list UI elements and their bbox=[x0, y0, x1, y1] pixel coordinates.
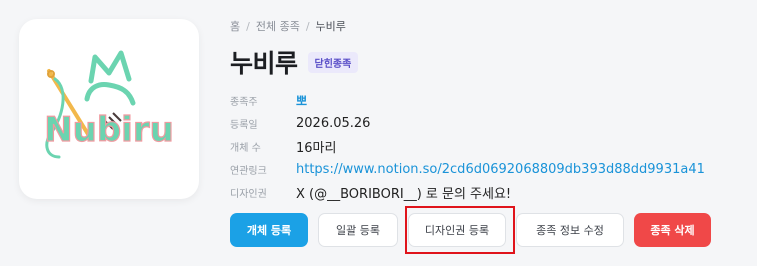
logo-text: Nubiru bbox=[44, 110, 174, 150]
edit-species-button[interactable]: 종족 정보 수정 bbox=[516, 213, 624, 247]
meta-label: 개체 수 bbox=[230, 143, 261, 154]
breadcrumb-home[interactable]: 홈 bbox=[230, 20, 240, 33]
design-rights-register-button[interactable]: 디자인권 등록 bbox=[408, 213, 506, 247]
delete-species-button[interactable]: 종족 삭제 bbox=[634, 213, 711, 247]
status-badge: 닫힌종족 bbox=[307, 51, 359, 73]
meta-row-design-rights: 디자인권 X (@__BORIBORI__) 로 문의 주세요! bbox=[230, 181, 705, 204]
related-link[interactable]: https://www.notion.so/2cd6d0692068809db3… bbox=[296, 162, 705, 177]
bulk-register-button[interactable]: 일괄 등록 bbox=[318, 213, 398, 247]
register-individual-button[interactable]: 개체 등록 bbox=[230, 213, 308, 247]
breadcrumb: 홈 / 전체 종족 / 누비루 bbox=[230, 18, 346, 34]
breadcrumb-all-species[interactable]: 전체 종족 bbox=[256, 20, 300, 33]
breadcrumb-current: 누비루 bbox=[315, 20, 346, 33]
species-image-card: Nubiru bbox=[19, 19, 199, 199]
design-rights-text: X (@__BORIBORI__) 로 문의 주세요! bbox=[296, 187, 512, 202]
title-row: 누비루 닫힌종족 bbox=[230, 44, 359, 80]
breadcrumb-separator: / bbox=[246, 20, 250, 33]
meta-row-owner: 종족주 뽀 bbox=[230, 89, 705, 112]
action-buttons: 개체 등록 일괄 등록 디자인권 등록 종족 정보 수정 종족 삭제 bbox=[230, 206, 721, 254]
individual-count: 16마리 bbox=[296, 141, 337, 156]
meta-list: 종족주 뽀 등록일 2026.05.26 개체 수 16마리 연관링크 http… bbox=[230, 89, 705, 204]
species-info: 홈 / 전체 종족 / 누비루 누비루 닫힌종족 종족주 뽀 등록일 2026.05.2… bbox=[230, 0, 757, 266]
registered-date: 2026.05.26 bbox=[296, 116, 371, 131]
meta-row-related-link: 연관링크 https://www.notion.so/2cd6d06920688… bbox=[230, 158, 705, 181]
owner-link[interactable]: 뽀 bbox=[296, 92, 307, 109]
meta-label: 디자인권 bbox=[230, 189, 267, 200]
page-title: 누비루 bbox=[230, 49, 298, 78]
meta-label: 등록일 bbox=[230, 120, 258, 131]
species-logo: Nubiru bbox=[44, 50, 174, 159]
breadcrumb-separator: / bbox=[305, 20, 310, 33]
meta-row-registered-date: 등록일 2026.05.26 bbox=[230, 112, 705, 135]
meta-label: 연관링크 bbox=[230, 166, 267, 177]
meta-row-count: 개체 수 16마리 bbox=[230, 135, 705, 158]
meta-label: 종족주 bbox=[230, 97, 258, 108]
